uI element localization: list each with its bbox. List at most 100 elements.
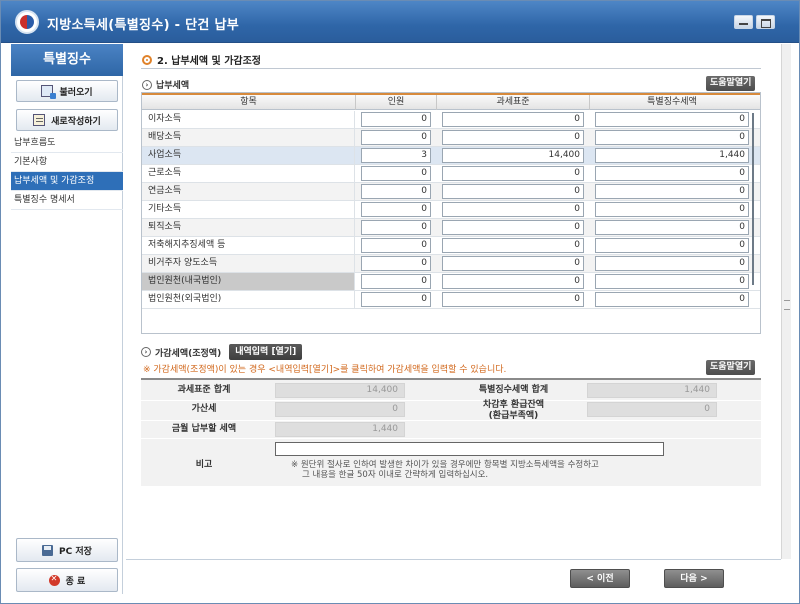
count-input[interactable]: 0 <box>361 112 431 127</box>
tax-base-input[interactable]: 14,400 <box>442 148 584 163</box>
tax-base-input[interactable]: 0 <box>442 166 584 181</box>
table-row: 비거주자 양도소득 0 0 0 <box>142 255 760 273</box>
section-divider <box>141 68 761 69</box>
sidebar-item-tax-adjustment[interactable]: 납부세액 및 가감조정 <box>11 172 123 191</box>
tax-base-input[interactable]: 0 <box>442 256 584 271</box>
table-scroll-indicator[interactable] <box>752 113 754 285</box>
count-input[interactable]: 0 <box>361 130 431 145</box>
tax-base-input[interactable]: 0 <box>442 184 584 199</box>
base-total-value: 14,400 <box>275 383 405 398</box>
summary-table: 과세표준 합계 14,400 특별징수세액 합계 1,440 가산세 0 차감후… <box>141 378 761 486</box>
count-input[interactable]: 0 <box>361 184 431 199</box>
table-header: 항목 인원 과세표준 특별징수세액 <box>142 93 760 110</box>
adjustment-subtitle: › 가감세액(조정액) <box>141 346 221 359</box>
special-tax-input[interactable]: 0 <box>595 292 749 307</box>
row-label: 비거주자 양도소득 <box>142 255 355 272</box>
special-tax-input[interactable]: 0 <box>595 202 749 217</box>
special-tax-input[interactable]: 0 <box>595 220 749 235</box>
special-tax-input[interactable]: 0 <box>595 274 749 289</box>
base-total-label: 과세표준 합계 <box>177 385 231 395</box>
minimize-button[interactable] <box>734 15 753 29</box>
open-details-button[interactable]: 내역입력 [열기] <box>229 344 303 360</box>
payable-value: 1,440 <box>275 422 405 437</box>
maximize-button[interactable] <box>756 15 775 29</box>
adjustment-help-button[interactable]: 도움말열기 <box>706 360 756 375</box>
count-input[interactable]: 0 <box>361 238 431 253</box>
memo-note-line2: 그 내용을 한글 50자 이내로 간략하게 입력하십시오. <box>302 470 489 480</box>
floppy-disk-icon <box>42 544 54 556</box>
memo-input[interactable] <box>275 442 664 456</box>
count-input[interactable]: 0 <box>361 292 431 307</box>
load-button-label: 불러오기 <box>59 87 93 98</box>
memo-note: ※ 원단위 절사로 인하여 발생한 차이가 있을 경우에만 항목별 지방소득세액… <box>291 460 599 480</box>
refund-value: 0 <box>587 402 717 417</box>
special-tax-input[interactable]: 1,440 <box>595 148 749 163</box>
tax-total-label: 특별징수세액 합계 <box>478 385 549 395</box>
table-row: 퇴직소득 0 0 0 <box>142 219 760 237</box>
new-document-button[interactable]: 새로작성하기 <box>16 109 118 131</box>
tax-base-input[interactable]: 0 <box>442 220 584 235</box>
row-label: 근로소득 <box>142 165 355 182</box>
refund-label: 차감후 환급잔액 (환급부족액) <box>461 400 566 422</box>
tax-table: 항목 인원 과세표준 특별징수세액 이자소득 0 0 0 배당소득 0 0 0 … <box>141 92 761 334</box>
close-icon <box>48 574 60 586</box>
load-document-icon <box>41 85 57 99</box>
special-tax-input[interactable]: 0 <box>595 184 749 199</box>
main-scrollbar[interactable] <box>781 44 791 559</box>
refund-label-line1: 차감후 환급잔액 <box>482 400 545 410</box>
sidebar-item-statement[interactable]: 특별징수 명세서 <box>11 191 123 210</box>
pc-save-button[interactable]: PC 저장 <box>16 538 118 562</box>
count-input[interactable]: 0 <box>361 256 431 271</box>
sidebar-menu: 납부흐름도 기본사항 납부세액 및 가감조정 특별징수 명세서 <box>11 134 123 210</box>
arrow-right-icon: › <box>142 79 152 90</box>
special-tax-input[interactable]: 0 <box>595 112 749 127</box>
sidebar-item-flow[interactable]: 납부흐름도 <box>11 134 123 153</box>
special-tax-input[interactable]: 0 <box>595 256 749 271</box>
payable-label: 금월 납부할 세액 <box>171 424 237 434</box>
sidebar: 특별징수 불러오기 새로작성하기 납부흐름도 기본사항 납부세액 및 가감조정 … <box>11 44 123 594</box>
scroll-grip-icon <box>784 300 790 310</box>
bullet-icon <box>142 54 152 65</box>
tax-base-input[interactable]: 0 <box>442 202 584 217</box>
write-document-icon <box>33 114 46 126</box>
section-title: 2. 납부세액 및 가감조정 <box>142 52 261 67</box>
previous-button[interactable]: < 이전 <box>570 569 630 588</box>
tax-base-input[interactable]: 0 <box>442 238 584 253</box>
special-tax-input[interactable]: 0 <box>595 166 749 181</box>
window-title: 지방소득세(특별징수) - 단건 납부 <box>47 18 240 33</box>
count-input[interactable]: 0 <box>361 220 431 235</box>
count-input[interactable]: 0 <box>361 202 431 217</box>
header-count: 인원 <box>356 95 437 110</box>
tax-base-input[interactable]: 0 <box>442 274 584 289</box>
count-input[interactable]: 0 <box>361 166 431 181</box>
table-row: 연금소득 0 0 0 <box>142 183 760 201</box>
exit-button[interactable]: 종 료 <box>16 568 118 592</box>
next-button[interactable]: 다음 > <box>664 569 724 588</box>
new-document-label: 새로작성하기 <box>51 116 101 127</box>
tax-base-input[interactable]: 0 <box>442 112 584 127</box>
table-row: 법인원천(외국법인) 0 0 0 <box>142 291 760 309</box>
tax-base-input[interactable]: 0 <box>442 292 584 307</box>
special-tax-input[interactable]: 0 <box>595 130 749 145</box>
tax-total-value: 1,440 <box>587 383 717 398</box>
table-row: 이자소득 0 0 0 <box>142 111 760 129</box>
table-row: 기타소득 0 0 0 <box>142 201 760 219</box>
row-label: 법인원천(외국법인) <box>142 291 355 308</box>
adjustment-notice: ※ 가감세액(조정액)이 있는 경우 <내역입력[열기]>를 클릭하여 가감세액… <box>143 365 507 375</box>
table-row: 저축해지추징세액 등 0 0 0 <box>142 237 760 255</box>
adjustment-subtitle-text: 가감세액(조정액) <box>155 348 222 359</box>
load-button[interactable]: 불러오기 <box>16 80 118 102</box>
table-row: 근로소득 0 0 0 <box>142 165 760 183</box>
row-label: 사업소득 <box>142 147 355 164</box>
count-input[interactable]: 3 <box>361 148 431 163</box>
row-label: 저축해지추징세액 등 <box>142 237 355 254</box>
help-open-button[interactable]: 도움말열기 <box>706 76 756 91</box>
count-input[interactable]: 0 <box>361 274 431 289</box>
tax-base-input[interactable]: 0 <box>442 130 584 145</box>
table-row: 법인원천(내국법인) 0 0 0 <box>142 273 760 291</box>
sidebar-item-basic-info[interactable]: 기본사항 <box>11 153 123 172</box>
row-label: 연금소득 <box>142 183 355 200</box>
memo-label: 비고 <box>195 460 213 470</box>
row-divider <box>141 420 761 421</box>
special-tax-input[interactable]: 0 <box>595 238 749 253</box>
